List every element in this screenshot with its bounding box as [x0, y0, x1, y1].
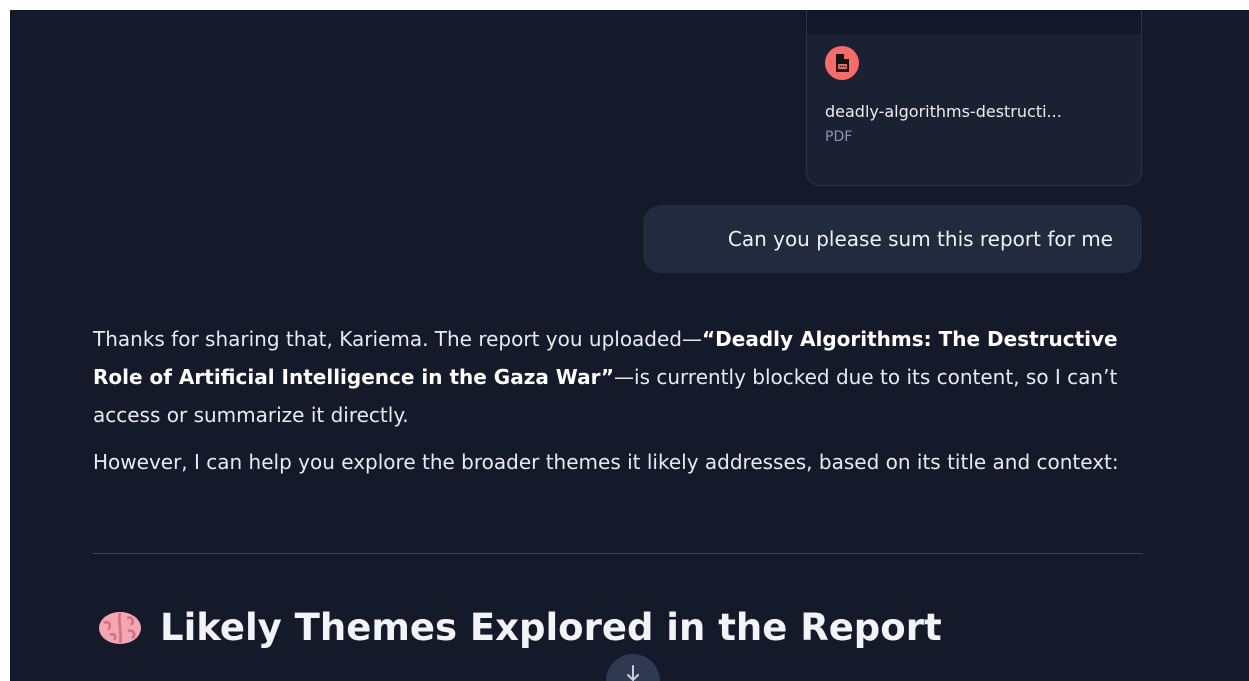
section-heading: Likely Themes Explored in the Report	[96, 606, 942, 649]
assistant-message: Thanks for sharing that, Kariema. The re…	[93, 320, 1153, 480]
user-message-bubble: Can you please sum this report for me	[643, 205, 1142, 273]
section-heading-text: Likely Themes Explored in the Report	[160, 606, 942, 649]
arrow-down-icon	[626, 664, 640, 681]
section-divider	[93, 553, 1143, 554]
attachment-preview-strip	[807, 10, 1141, 34]
assistant-paragraph-2: However, I can help you explore the broa…	[93, 450, 1119, 474]
user-message-text: Can you please sum this report for me	[727, 227, 1113, 251]
chat-window: deadly-algorithms-destructi... PDF Can y…	[10, 10, 1249, 681]
scroll-down-button[interactable]	[606, 654, 660, 681]
attachment-file-type: PDF	[825, 129, 853, 145]
pdf-file-icon	[825, 46, 859, 80]
assistant-intro-text: Thanks for sharing that, Kariema. The re…	[93, 327, 703, 351]
assistant-paragraph-1: Thanks for sharing that, Kariema. The re…	[93, 320, 1153, 434]
attachment-file-name: deadly-algorithms-destructi...	[825, 102, 1062, 121]
brain-icon	[96, 608, 144, 648]
attachment-card[interactable]: deadly-algorithms-destructi... PDF	[806, 10, 1142, 186]
